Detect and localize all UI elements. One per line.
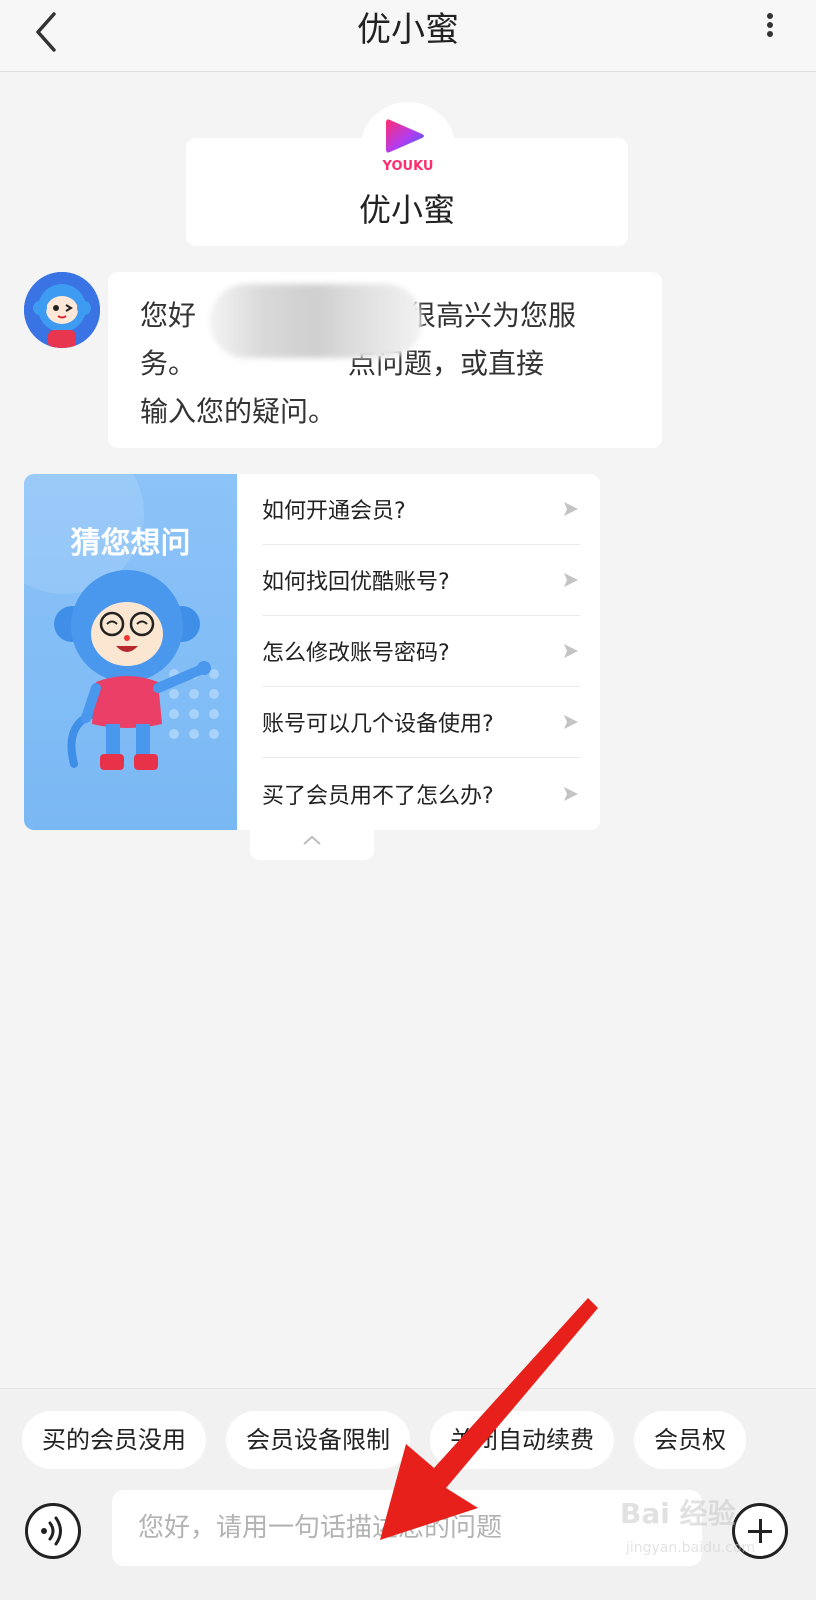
suggested-question-label: 怎么修改账号密码? [262, 641, 450, 666]
suggested-question-item[interactable]: 如何找回优酷账号? [262, 545, 580, 616]
quick-reply-chip[interactable]: 关闭自动续费 [430, 1411, 614, 1469]
send-arrow-icon [564, 644, 578, 658]
suggested-question-label: 买了会员用不了怎么办? [262, 783, 494, 809]
suggested-question-item[interactable]: 如何开通会员? [262, 474, 580, 545]
quick-reply-chip[interactable]: 会员权 [634, 1411, 746, 1469]
send-arrow-icon [564, 786, 578, 801]
collapse-button[interactable] [250, 826, 374, 860]
suggested-banner: 猜您想问 [24, 474, 237, 830]
monkey-mascot-image [54, 570, 219, 770]
suggested-question-label: 如何找回优酷账号? [262, 570, 450, 595]
more-vertical-icon [767, 13, 773, 19]
top-bar: 优小蜜 [0, 0, 816, 72]
send-arrow-icon [564, 502, 578, 516]
baidu-watermark: Bai 经验 jingyan.baidu.com [620, 1497, 756, 1556]
quick-reply-chip[interactable]: 买的会员没用 [22, 1411, 206, 1469]
svg-text:YOUKU: YOUKU [382, 159, 434, 174]
suggested-question-list: 如何开通会员? 如何找回优酷账号? 怎么修改账号密码? 账号可以几个设备使用? 买了会员… [262, 474, 580, 829]
suggested-question-label: 账号可以几个设备使用? [262, 712, 494, 737]
chevron-up-icon [303, 835, 321, 845]
suggested-question-label: 如何开通会员? [262, 499, 406, 524]
send-arrow-icon [564, 715, 578, 729]
more-options-button[interactable] [760, 10, 780, 42]
voice-input-button[interactable] [25, 1503, 81, 1559]
suggested-question-item[interactable]: 买了会员用不了怎么办? [262, 758, 580, 829]
sound-waves-icon [41, 1516, 62, 1546]
bot-avatar [24, 272, 100, 348]
quick-reply-chip[interactable]: 会员设备限制 [226, 1411, 410, 1469]
page-title: 优小蜜 [357, 10, 459, 50]
quick-reply-chips: 买的会员没用 会员设备限制 关闭自动续费 会员权 [22, 1411, 816, 1469]
suggested-questions-card: 猜您想问 如何开通会员? 如何找回优酷账号? 怎么修改账号密码? 账号可以几个设… [24, 474, 600, 830]
bot-name: 优小蜜 [358, 191, 455, 229]
suggested-question-item[interactable]: 怎么修改账号密码? [262, 616, 580, 687]
suggested-question-item[interactable]: 账号可以几个设备使用? [262, 687, 580, 758]
blurred-redaction [210, 284, 422, 358]
message-input[interactable]: 您好，请用一句话描述您的问题 [112, 1490, 702, 1566]
send-arrow-icon [564, 573, 578, 587]
youku-logo: YOUKU [360, 102, 456, 178]
